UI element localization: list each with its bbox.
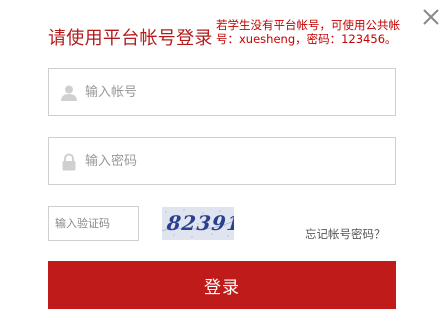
lock-icon: [62, 153, 76, 171]
user-icon: [61, 85, 77, 101]
captcha-input[interactable]: [55, 207, 135, 240]
password-input[interactable]: [85, 138, 385, 184]
password-field[interactable]: [48, 137, 396, 185]
captcha-code: 82391: [165, 211, 234, 235]
public-account-notice: 若学生没有平台帐号，可使用公共帐 号：xuesheng，密码：123456。: [216, 18, 400, 46]
dialog-title: 请使用平台帐号登录: [48, 28, 213, 49]
captcha-image[interactable]: 82391: [162, 207, 234, 240]
login-dialog: 请使用平台帐号登录 若学生没有平台帐号，可使用公共帐 号：xuesheng，密码…: [0, 0, 441, 310]
forgot-password-link[interactable]: 忘记帐号密码？: [305, 226, 386, 242]
username-input[interactable]: [85, 69, 385, 115]
username-field[interactable]: [48, 68, 396, 116]
login-button[interactable]: 登录: [48, 261, 396, 309]
captcha-field[interactable]: [48, 206, 139, 241]
